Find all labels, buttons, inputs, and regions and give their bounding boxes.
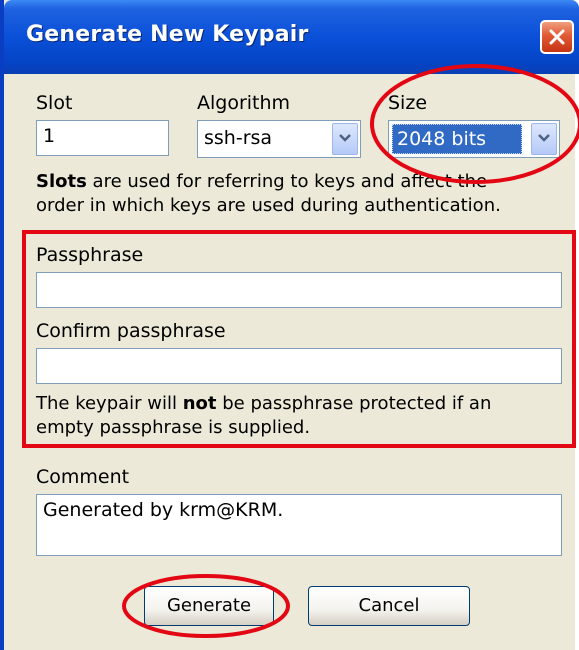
algorithm-dropdown-button[interactable]	[332, 123, 358, 155]
dialog-window: Generate New Keypair Slot Algorithm Size…	[0, 0, 579, 650]
slot-input[interactable]: 1	[36, 120, 169, 156]
size-label: Size	[388, 92, 428, 114]
passphrase-label: Passphrase	[36, 244, 144, 266]
comment-field[interactable]: Generated by krm@KRM.	[36, 494, 562, 556]
size-selection-highlight: 2048 bits	[392, 124, 522, 154]
slot-label: Slot	[36, 92, 73, 114]
comment-value: Generated by krm@KRM.	[43, 499, 284, 521]
slot-value: 1	[43, 125, 56, 147]
close-icon	[549, 29, 565, 45]
pp-info-bold: not	[182, 393, 217, 414]
chevron-down-icon	[538, 134, 550, 142]
algorithm-label: Algorithm	[197, 92, 291, 114]
slots-info-text: Slots are used for referring to keys and…	[36, 170, 536, 218]
slots-bold: Slots	[36, 171, 87, 192]
size-value: 2048 bits	[397, 128, 487, 150]
slots-info-rest: are used for referring to keys and affec…	[36, 171, 501, 216]
title-bar[interactable]: Generate New Keypair	[4, 0, 579, 74]
window-title: Generate New Keypair	[26, 22, 309, 47]
chevron-down-icon	[339, 134, 351, 142]
confirm-passphrase-field[interactable]	[36, 348, 562, 384]
size-dropdown-button[interactable]	[531, 123, 557, 155]
passphrase-info-text: The keypair will not be passphrase prote…	[36, 392, 546, 440]
generate-button[interactable]: Generate	[144, 586, 274, 626]
comment-label: Comment	[36, 466, 130, 488]
confirm-passphrase-label: Confirm passphrase	[36, 320, 226, 342]
algorithm-select[interactable]: ssh-rsa	[197, 120, 361, 158]
size-select[interactable]: 2048 bits	[388, 120, 560, 158]
pp-info-pre: The keypair will	[36, 393, 183, 414]
algorithm-value: ssh-rsa	[204, 127, 273, 149]
cancel-button[interactable]: Cancel	[308, 586, 470, 626]
passphrase-field[interactable]	[36, 272, 562, 308]
close-button[interactable]	[540, 20, 574, 54]
